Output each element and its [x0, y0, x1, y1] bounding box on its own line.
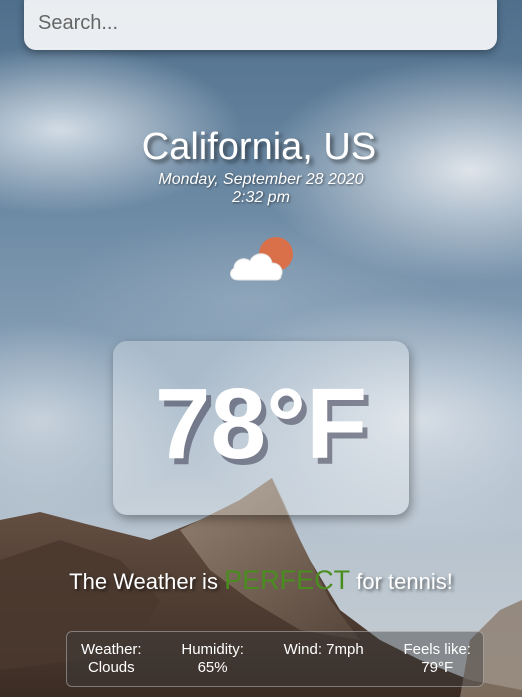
weather-stats-panel: Weather: Clouds Humidity: 65% Wind: 7mph… — [66, 631, 484, 687]
stat-humidity-label: Humidity: — [181, 641, 244, 658]
tennis-verdict: The Weather is PERFECT for tennis! — [0, 565, 522, 596]
verdict-word: PERFECT — [224, 565, 351, 595]
verdict-prefix: The Weather is — [69, 569, 218, 594]
stat-feels-like-label: Feels like: — [403, 641, 471, 658]
stat-wind: Wind: 7mph — [284, 632, 364, 686]
stat-weather-value: Clouds — [87, 659, 135, 676]
search-input[interactable] — [38, 8, 478, 38]
temperature-card: 78°F — [113, 341, 409, 515]
time-label: 2:32 pm — [232, 189, 290, 206]
stat-humidity-value: 65% — [197, 659, 228, 676]
date-label: Monday, September 28 2020 — [158, 171, 364, 188]
verdict-suffix: for tennis! — [356, 569, 453, 594]
stat-weather-label: Weather: — [81, 641, 142, 658]
partly-cloudy-icon — [230, 237, 293, 281]
stat-feels-like: Feels like: 79°F — [403, 632, 471, 686]
stat-feels-like-value: 79°F — [421, 659, 454, 676]
stat-weather: Weather: Clouds — [81, 632, 142, 686]
temperature-value: 78°F — [154, 368, 368, 480]
location-title: California, US — [141, 126, 377, 168]
stat-wind-label: Wind: 7mph — [283, 641, 364, 658]
stat-humidity: Humidity: 65% — [181, 632, 244, 686]
search-bar[interactable] — [24, 0, 497, 50]
